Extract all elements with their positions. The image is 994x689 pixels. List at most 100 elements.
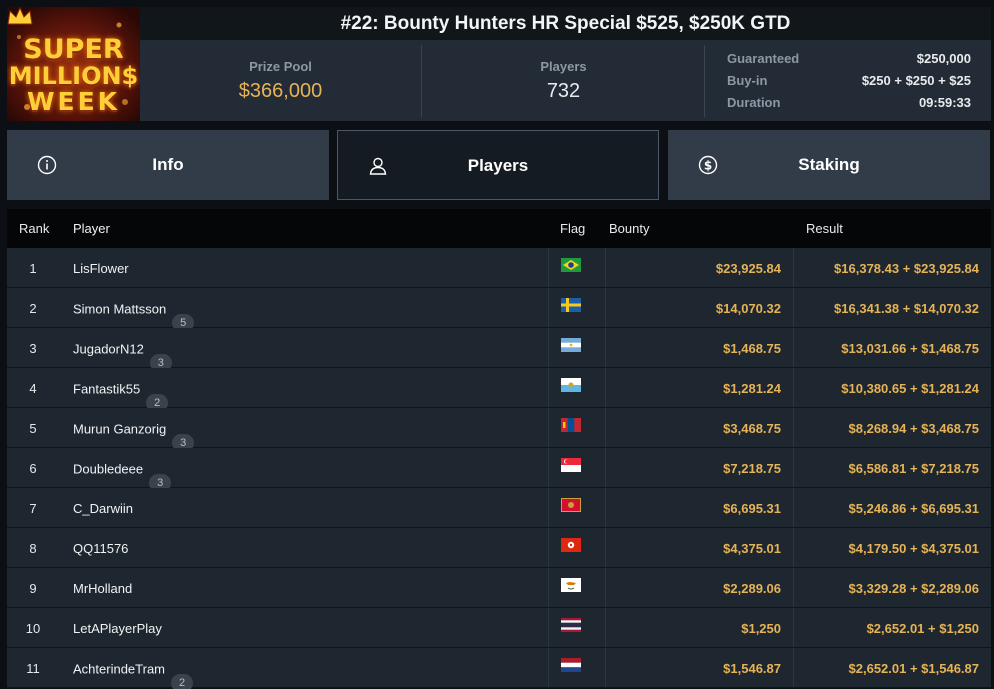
san-marino-flag-icon bbox=[561, 378, 581, 392]
column-divider bbox=[793, 448, 794, 487]
bounty-cell: $1,468.75 bbox=[723, 341, 781, 356]
column-divider bbox=[548, 648, 549, 687]
bounty-cell: $14,070.32 bbox=[715, 301, 781, 316]
column-divider bbox=[605, 568, 606, 607]
tab-staking[interactable]: $ Staking bbox=[668, 130, 990, 200]
bounty-cell: $1,546.87 bbox=[723, 661, 781, 676]
column-divider bbox=[605, 408, 606, 447]
player-name[interactable]: LisFlower bbox=[73, 261, 129, 276]
header-flag[interactable]: Flag bbox=[560, 221, 585, 236]
table-row[interactable]: 6 Doubledeee3 $7,218.75 $6,586.81 + $7,218.… bbox=[7, 448, 991, 492]
argentina-flag-icon bbox=[561, 338, 581, 352]
rank-cell: 3 bbox=[29, 341, 37, 356]
bounty-cell: $6,695.31 bbox=[723, 501, 781, 516]
player-cell[interactable]: AchterindeTram 2 bbox=[73, 661, 193, 689]
column-divider bbox=[793, 648, 794, 687]
table-row[interactable]: 4 Fantastik552 $1,281.24 $10,380.65 + $1,28… bbox=[7, 368, 991, 412]
table-row[interactable]: 10 LetAPlayerPlay $1,250 $2,652.01 + $1,250 bbox=[7, 608, 991, 648]
players-count-label: Players bbox=[540, 59, 587, 74]
tab-info-label: Info bbox=[152, 155, 184, 174]
player-cell[interactable]: Murun Ganzorig3 bbox=[73, 421, 195, 452]
player-cell[interactable]: LisFlower bbox=[73, 261, 129, 276]
player-cell[interactable]: C_Darwiin bbox=[73, 501, 133, 516]
header-bounty[interactable]: Bounty bbox=[609, 221, 649, 236]
column-divider bbox=[548, 608, 549, 647]
rank-cell: 6 bbox=[29, 461, 37, 476]
detail-value: $250 + $250 + $25 bbox=[861, 73, 971, 88]
player-cell[interactable]: MrHolland bbox=[73, 581, 132, 596]
header-player[interactable]: Player bbox=[73, 221, 110, 236]
mongolia-flag-icon bbox=[561, 418, 581, 432]
prize-pool-label: Prize Pool bbox=[249, 59, 312, 74]
player-name[interactable]: JugadorN12 bbox=[73, 341, 144, 356]
player-name[interactable]: LetAPlayerPlay bbox=[73, 621, 162, 636]
column-divider bbox=[548, 408, 549, 447]
tab-players[interactable]: Players bbox=[337, 130, 659, 200]
player-name[interactable]: AchterindeTram bbox=[73, 661, 165, 676]
player-name[interactable]: Simon Mattsson bbox=[73, 301, 166, 316]
table-row[interactable]: 7 C_Darwiin $6,695.31 $5,246.86 + $6,695.31 bbox=[7, 488, 991, 528]
thailand-flag-icon bbox=[561, 618, 581, 632]
player-name[interactable]: Fantastik55 bbox=[73, 381, 140, 396]
detail-buy-in: Buy-in $250 + $250 + $25 bbox=[727, 73, 971, 95]
bounty-cell: $7,218.75 bbox=[723, 461, 781, 476]
table-body: 1 LisFlower $23,925.84 $16,378.43 + $23,925… bbox=[7, 248, 991, 689]
detail-guaranteed: Guaranteed $250,000 bbox=[727, 51, 971, 73]
player-cell[interactable]: QQ11576 bbox=[73, 541, 128, 556]
singapore-flag-icon bbox=[561, 458, 581, 472]
column-divider bbox=[605, 448, 606, 487]
result-cell: $5,246.86 + $6,695.31 bbox=[848, 501, 979, 516]
table-row[interactable]: 1 LisFlower $23,925.84 $16,378.43 + $23,925… bbox=[7, 248, 991, 288]
super-millions-week-logo: SUPER MILLION$ WEEK bbox=[7, 7, 140, 121]
player-name[interactable]: QQ11576 bbox=[73, 541, 128, 556]
player-cell[interactable]: Simon Mattsson5 bbox=[73, 301, 195, 332]
players-stat: Players 732 bbox=[423, 45, 705, 117]
column-divider bbox=[548, 528, 549, 567]
player-cell[interactable]: Doubledeee3 bbox=[73, 461, 172, 492]
detail-label: Guaranteed bbox=[727, 51, 800, 66]
tournament-details: Guaranteed $250,000 Buy-in $250 + $250 +… bbox=[727, 51, 971, 117]
table-row[interactable]: 3 JugadorN123 $1,468.75 $13,031.66 + $1,468… bbox=[7, 328, 991, 372]
player-name[interactable]: MrHolland bbox=[73, 581, 132, 596]
logo-word-week: WEEK bbox=[26, 87, 121, 116]
column-divider bbox=[548, 368, 549, 407]
result-cell: $13,031.66 + $1,468.75 bbox=[841, 341, 979, 356]
bounty-cell: $23,925.84 bbox=[715, 261, 781, 276]
result-cell: $2,652.01 + $1,250 bbox=[866, 621, 979, 636]
crown-icon bbox=[7, 7, 33, 25]
column-divider bbox=[548, 328, 549, 367]
result-cell: $3,329.28 + $2,289.06 bbox=[848, 581, 979, 596]
rank-cell: 11 bbox=[26, 661, 40, 676]
header-result[interactable]: Result bbox=[806, 221, 843, 236]
player-name[interactable]: C_Darwiin bbox=[73, 501, 133, 516]
table-row[interactable]: 5 Murun Ganzorig3 $3,468.75 $8,268.94 + $3,… bbox=[7, 408, 991, 452]
table-row[interactable]: 8 QQ11576 $4,375.01 $4,179.50 + $4,375.01 bbox=[7, 528, 991, 568]
player-cell[interactable]: JugadorN123 bbox=[73, 341, 172, 372]
result-cell: $10,380.65 + $1,281.24 bbox=[841, 381, 979, 396]
player-name[interactable]: Murun Ganzorig bbox=[73, 421, 166, 436]
table-row[interactable]: 11 AchterindeTram 2 $1,546.87 $2,652.01 + $1… bbox=[7, 648, 991, 689]
player-name[interactable]: Doubledeee bbox=[73, 461, 143, 476]
tab-info[interactable]: Info bbox=[7, 130, 329, 200]
prize-pool-value: $366,000 bbox=[238, 80, 323, 102]
rank-cell: 2 bbox=[29, 301, 37, 316]
column-divider bbox=[605, 328, 606, 367]
bounty-cell: $1,250 bbox=[741, 621, 781, 636]
player-cell[interactable]: Fantastik552 bbox=[73, 381, 169, 412]
table-row[interactable]: 2 Simon Mattsson5 $14,070.32 $16,341.38 + $… bbox=[7, 288, 991, 332]
netherlands-flag-icon bbox=[561, 658, 581, 672]
column-divider bbox=[793, 368, 794, 407]
column-divider bbox=[605, 248, 606, 287]
table-row[interactable]: 9 MrHolland $2,289.06 $3,329.28 + $2,289.06 bbox=[7, 568, 991, 608]
result-cell: $16,341.38 + $14,070.32 bbox=[834, 301, 979, 316]
column-divider bbox=[793, 248, 794, 287]
header-rank[interactable]: Rank bbox=[19, 221, 49, 236]
player-cell[interactable]: LetAPlayerPlay bbox=[73, 621, 162, 636]
cyprus-flag-icon bbox=[561, 578, 581, 592]
column-divider bbox=[793, 608, 794, 647]
sweden-flag-icon bbox=[561, 298, 581, 312]
rank-cell: 5 bbox=[29, 421, 37, 436]
result-cell: $2,652.01 + $1,546.87 bbox=[848, 661, 979, 676]
column-divider bbox=[548, 448, 549, 487]
rank-cell: 1 bbox=[29, 261, 37, 276]
